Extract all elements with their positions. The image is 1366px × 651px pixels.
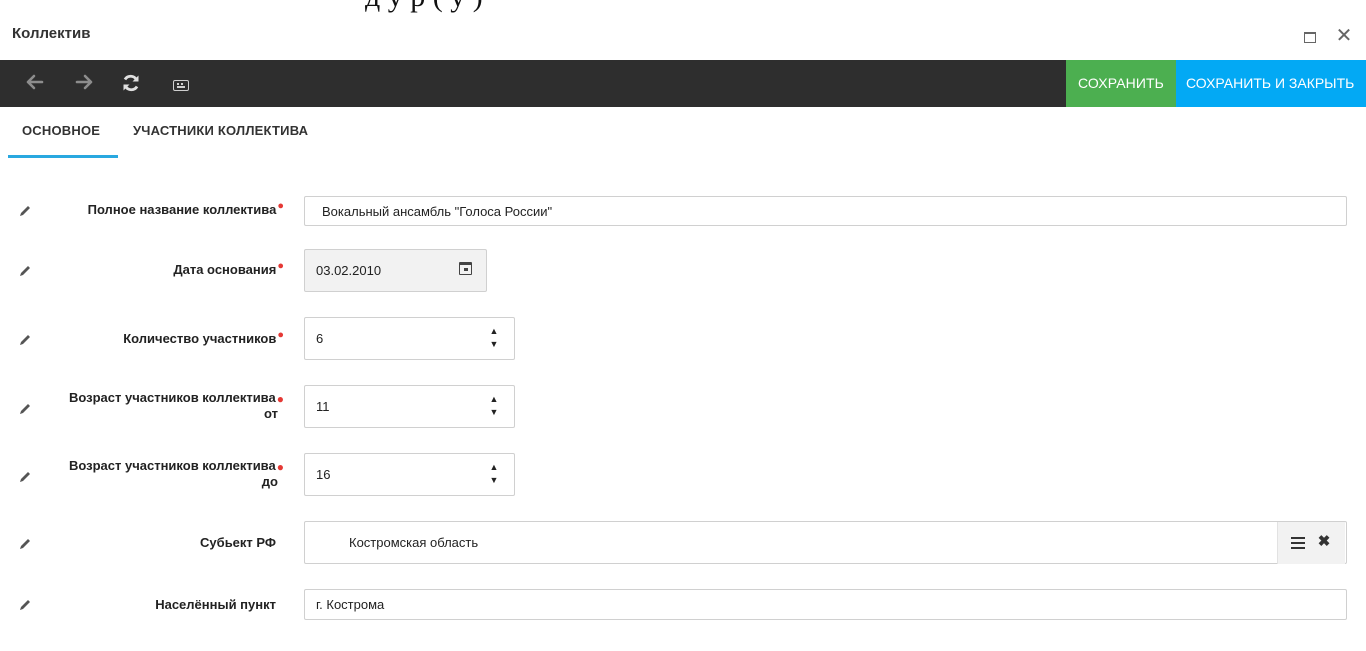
refresh-svg: [123, 74, 139, 92]
maximize-icon[interactable]: [1300, 26, 1320, 46]
age-to-label-text: Возраст участников коллектива: [68, 458, 276, 473]
form-row-age-to: Возраст участников коллектива● до ▲ ▼: [0, 453, 1366, 496]
members-count-input[interactable]: [304, 317, 515, 360]
window-title: Коллектив: [12, 25, 91, 42]
required-marker: ●: [276, 392, 284, 406]
window-titlebar: Коллектив ✕: [0, 22, 1366, 60]
form-row-locality: Населённый пункт: [0, 589, 1366, 620]
increment-arrow-icon[interactable]: ▲: [488, 393, 500, 406]
full-name-label-text: Полное название коллектива: [87, 202, 277, 217]
age-to-label: Возраст участников коллектива● до: [0, 458, 284, 490]
age-to-label-line2: до: [261, 474, 278, 489]
tab-bar: ОСНОВНОЕ УЧАСТНИКИ КОЛЛЕКТИВА: [0, 107, 1366, 158]
clipped-caption: д у р ( у ): [0, 0, 1366, 22]
tab-main[interactable]: ОСНОВНОЕ: [22, 123, 100, 138]
members-count-label: Количество участников●: [0, 329, 284, 348]
full-name-label: Полное название коллектива●: [0, 200, 284, 219]
full-name-input[interactable]: [304, 196, 1347, 226]
region-selected-value: Костромская область: [349, 535, 479, 550]
increment-arrow-icon[interactable]: ▲: [488, 325, 500, 338]
save-and-close-button[interactable]: СОХРАНИТЬ И ЗАКРЫТЬ: [1176, 60, 1366, 107]
menu-icon[interactable]: [1291, 534, 1305, 550]
age-from-label-line1: Возраст участников коллектива●: [0, 390, 284, 406]
decrement-arrow-icon[interactable]: ▼: [488, 338, 500, 351]
decrement-arrow-icon[interactable]: ▼: [488, 474, 500, 487]
forward-arrow-svg: [75, 74, 93, 90]
required-marker: ●: [277, 329, 284, 341]
tab-members[interactable]: УЧАСТНИКИ КОЛЛЕКТИВА: [133, 123, 308, 138]
age-from-label-line2: от: [264, 406, 278, 421]
active-tab-indicator: [8, 155, 118, 158]
age-to-label-line1: Возраст участников коллектива●: [0, 458, 284, 474]
keyboard-icon[interactable]: [170, 73, 192, 95]
age-from-input[interactable]: [304, 385, 515, 428]
save-button[interactable]: СОХРАНИТЬ: [1066, 60, 1176, 107]
form-row-age-from: Возраст участников коллектива● от ▲ ▼: [0, 385, 1366, 428]
close-icon[interactable]: ✕: [1334, 26, 1354, 46]
refresh-icon[interactable]: [119, 73, 143, 95]
toolbar: СОХРАНИТЬ СОХРАНИТЬ И ЗАКРЫТЬ: [0, 60, 1366, 107]
form-row-founded: Дата основания●: [0, 249, 1366, 292]
region-select-tools: ✖: [1277, 522, 1345, 564]
decrement-arrow-icon[interactable]: ▼: [488, 406, 500, 419]
region-label: Субьект РФ: [200, 535, 276, 550]
region-select[interactable]: Костромская область: [304, 521, 1347, 564]
age-from-label-text: Возраст участников коллектива: [68, 390, 276, 405]
required-marker: ●: [277, 260, 284, 272]
locality-label: Населённый пункт: [155, 597, 276, 612]
number-stepper: ▲ ▼: [488, 393, 500, 419]
back-arrow-icon[interactable]: [24, 73, 46, 95]
locality-input[interactable]: [304, 589, 1347, 620]
form-row-full-name: Полное название коллектива●: [0, 196, 1366, 226]
number-stepper: ▲ ▼: [488, 325, 500, 351]
calendar-icon[interactable]: [459, 262, 475, 278]
age-to-input[interactable]: [304, 453, 515, 496]
increment-arrow-icon[interactable]: ▲: [488, 461, 500, 474]
back-arrow-svg: [26, 74, 44, 90]
required-marker: ●: [276, 460, 284, 474]
number-stepper: ▲ ▼: [488, 461, 500, 487]
founded-label-text: Дата основания: [173, 262, 277, 277]
clear-icon[interactable]: ✖: [1317, 532, 1331, 552]
caption-text: д у р ( у ): [365, 0, 483, 14]
form-row-region: Субьект РФ Костромская область ✖: [0, 521, 1366, 564]
members-count-label-text: Количество участников: [123, 331, 277, 346]
forward-arrow-icon[interactable]: [73, 73, 95, 95]
required-marker: ●: [277, 200, 284, 212]
form-row-members-count: Количество участников● ▲ ▼: [0, 317, 1366, 360]
founded-label: Дата основания●: [0, 260, 284, 279]
age-from-label: Возраст участников коллектива● от: [0, 390, 284, 422]
